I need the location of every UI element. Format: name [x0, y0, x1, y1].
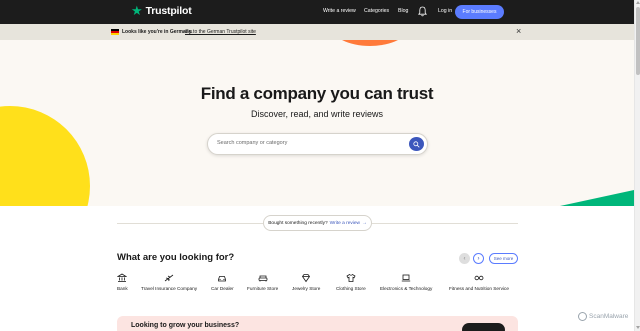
airplane-icon [164, 274, 174, 282]
scroll-up-arrow-icon[interactable] [636, 1, 640, 4]
search-bar [207, 133, 428, 155]
german-site-link[interactable]: Go to the German Trustpilot site [185, 29, 256, 35]
trustpilot-logo[interactable]: ★ Trustpilot [131, 3, 192, 18]
scanmalware-watermark: ScanMalware [578, 312, 628, 321]
germany-flag-icon [111, 29, 119, 35]
category-label: Fitness and Nutrition Service [449, 286, 509, 291]
scroll-down-arrow-icon[interactable] [636, 326, 640, 329]
nav-link-blog[interactable]: Blog [398, 8, 408, 14]
category-label: Jewelry Store [292, 286, 321, 291]
sofa-icon [258, 275, 268, 282]
carousel-prev-button[interactable]: ‹ [459, 253, 470, 264]
nav-link-write-review[interactable]: Write a review [323, 8, 356, 14]
search-icon [413, 140, 420, 148]
laptop-icon [401, 274, 411, 282]
promo-button[interactable] [462, 323, 505, 331]
arrow-right-icon: → [361, 220, 367, 226]
location-banner: Looks like you're in Germany. Go to the … [0, 24, 634, 40]
hero-title: Find a company you can trust [200, 84, 434, 103]
carousel-next-button[interactable]: › [473, 253, 484, 264]
search-button[interactable] [409, 137, 424, 151]
nav-link-categories[interactable]: Categories [364, 8, 389, 14]
category-clothing-store[interactable]: Clothing Store [336, 273, 366, 291]
star-icon: ★ [131, 3, 143, 18]
categories-heading: What are you looking for? [117, 252, 235, 263]
category-label: Travel Insurance Company [141, 286, 198, 291]
category-electronics-technology[interactable]: Electronics & Technology [380, 273, 432, 291]
diamond-icon [302, 274, 311, 283]
decorative-yellow-shape [0, 106, 90, 206]
category-label: Car Dealer [211, 286, 234, 291]
pill-prefix: Bought something recently? [268, 220, 328, 226]
promo-text: Looking to grow your business? [131, 322, 240, 329]
dumbbell-icon [474, 275, 484, 281]
divider-right [372, 223, 518, 224]
hero-subtitle: Discover, read, and write reviews [250, 109, 384, 119]
shirt-icon [346, 273, 356, 282]
watermark-text: ScanMalware [589, 313, 629, 320]
category-label: Bank [117, 286, 128, 291]
login-link[interactable]: Log in [438, 8, 452, 14]
category-travel-insurance[interactable]: Travel Insurance Company [141, 273, 197, 291]
business-promo-banner: Looking to grow your business? [117, 316, 518, 331]
category-label: Electronics & Technology [380, 286, 433, 291]
category-furniture-store[interactable]: Furniture Store [247, 273, 278, 291]
vertical-scrollbar[interactable] [634, 0, 640, 331]
close-icon[interactable]: × [516, 27, 521, 36]
divider-left [117, 223, 263, 224]
category-label: Furniture Store [247, 286, 279, 291]
for-businesses-button[interactable]: For businesses [455, 5, 504, 19]
category-jewelry-store[interactable]: Jewelry Store [292, 273, 320, 291]
category-fitness-nutrition[interactable]: Fitness and Nutrition Service [449, 273, 509, 291]
logo-text: Trustpilot [145, 5, 192, 17]
search-input[interactable] [217, 140, 402, 146]
decorative-orange-shape [330, 40, 410, 46]
decorative-green-shape [560, 190, 634, 206]
scrollbar-thumb[interactable] [636, 7, 640, 75]
write-review-link[interactable]: Write a review [330, 221, 360, 226]
scanmalware-logo-icon [578, 312, 587, 321]
bell-icon[interactable] [418, 6, 427, 17]
car-icon [218, 276, 227, 282]
bought-something-pill: Bought something recently? Write a revie… [263, 215, 372, 231]
category-label: Clothing Store [336, 286, 366, 291]
hero-section: Find a company you can trust Discover, r… [0, 40, 634, 206]
category-car-dealer[interactable]: Car Dealer [211, 273, 234, 291]
see-more-button[interactable]: See more [489, 253, 518, 264]
top-navigation: ★ Trustpilot Write a review Categories B… [0, 0, 634, 24]
bank-icon [117, 273, 128, 282]
banner-message: Looks like you're in Germany. [122, 29, 193, 35]
category-bank[interactable]: Bank [117, 273, 128, 291]
